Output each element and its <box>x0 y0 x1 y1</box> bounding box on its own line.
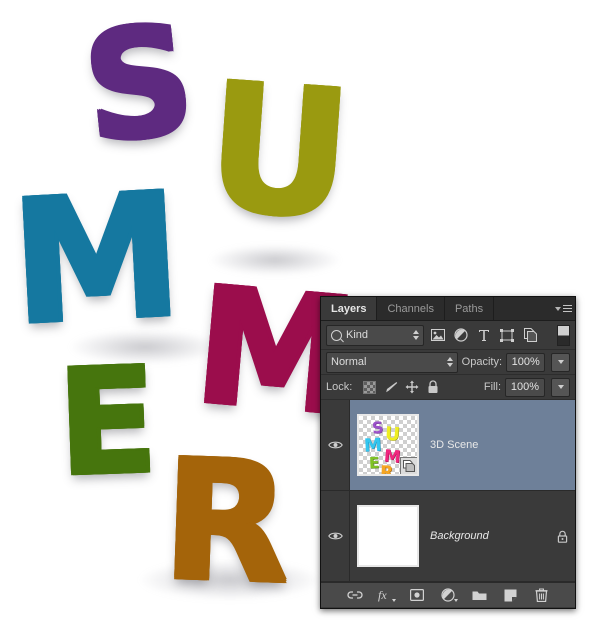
tab-layers[interactable]: Layers <box>321 297 378 320</box>
opacity-stepper[interactable] <box>551 352 570 372</box>
layer-list[interactable]: SUMMER 3D Scene Background <box>321 400 575 582</box>
tab-strip-filler <box>494 297 551 320</box>
artwork-letter-r-5: R <box>159 423 294 621</box>
filter-kind-select[interactable]: Kind <box>326 324 424 346</box>
chevron-down-icon <box>392 599 396 602</box>
layer-visibility-toggle[interactable] <box>321 400 350 490</box>
blend-mode-value: Normal <box>331 356 367 368</box>
filter-kind-label: Kind <box>346 329 369 341</box>
tab-channels-label: Channels <box>387 302 434 315</box>
chevron-updown-icon <box>413 330 419 340</box>
hamburger-icon <box>562 305 572 312</box>
chevron-down-icon <box>554 306 561 311</box>
layer-name[interactable]: 3D Scene <box>426 439 549 451</box>
opacity-label: Opacity: <box>461 356 503 368</box>
new-group-button[interactable] <box>470 586 488 604</box>
lock-image-pixels-icon[interactable] <box>382 379 399 396</box>
artwork-letter-e-4: E <box>55 336 160 509</box>
filter-shape-icon[interactable] <box>498 326 516 344</box>
delete-layer-button[interactable] <box>532 586 550 604</box>
tab-layers-label: Layers <box>331 302 367 315</box>
filter-smart-object-icon[interactable] <box>521 326 539 344</box>
search-icon <box>331 329 342 341</box>
tab-channels[interactable]: Channels <box>377 297 445 320</box>
add-layer-mask-button[interactable] <box>408 586 426 604</box>
fill-label: Fill: <box>483 381 501 393</box>
eye-icon <box>327 440 343 450</box>
filter-type-icon[interactable] <box>475 326 493 344</box>
lock-all-icon[interactable] <box>424 379 441 396</box>
thumbnail-letter-m-2: M <box>363 434 383 457</box>
filter-pixel-icon[interactable] <box>429 326 447 344</box>
fill-stepper[interactable] <box>551 377 570 397</box>
artwork-letter-m-2: M <box>6 156 187 364</box>
eye-icon <box>327 531 343 541</box>
chevron-down-icon <box>454 599 458 602</box>
layers-panel[interactable]: Layers Channels Paths Kind Normal Opacit… <box>320 296 576 609</box>
table-row[interactable]: Background <box>321 491 575 582</box>
fill-input[interactable]: 100% <box>505 377 545 397</box>
svg-text:fx: fx <box>378 588 387 602</box>
3d-scene-badge-icon <box>400 457 417 474</box>
lock-position-icon[interactable] <box>403 379 420 396</box>
thumbnail-letter-e-4: E <box>368 453 380 472</box>
tab-paths[interactable]: Paths <box>444 297 495 320</box>
blend-mode-row: Normal Opacity: 100% <box>321 350 575 375</box>
layer-thumbnail-cell[interactable] <box>350 505 426 567</box>
layer-name[interactable]: Background <box>426 530 549 542</box>
letter-glyph: R <box>159 423 294 621</box>
layer-lock-indicator <box>549 530 575 543</box>
panel-menu-icon[interactable] <box>551 297 575 320</box>
filter-enable-toggle[interactable] <box>557 324 570 346</box>
letter-glyph: S <box>76 0 202 178</box>
table-row[interactable]: SUMMER 3D Scene <box>321 400 575 491</box>
panel-tab-strip: Layers Channels Paths <box>321 297 575 321</box>
artwork-letter-u-1: U <box>201 46 358 259</box>
letter-glyph: U <box>201 46 358 259</box>
lock-row: Lock: Fill: 100% <box>321 375 575 400</box>
layer-filter-row: Kind <box>321 321 575 350</box>
new-adjustment-layer-button[interactable] <box>439 586 458 604</box>
layer-thumbnail-cell[interactable]: SUMMER <box>350 414 426 476</box>
layer-thumbnail[interactable]: SUMMER <box>357 414 419 476</box>
panel-bottom-bar: fx <box>321 582 575 607</box>
lock-icon <box>557 530 567 543</box>
filter-adjustment-icon[interactable] <box>452 326 470 344</box>
chevron-updown-icon <box>446 357 453 367</box>
artwork-letter-s-0: S <box>76 0 202 178</box>
letter-glyph: E <box>55 336 160 509</box>
blend-mode-select[interactable]: Normal <box>326 351 458 373</box>
layer-thumbnail[interactable] <box>357 505 419 567</box>
letter-glyph: M <box>6 156 187 364</box>
layer-style-button[interactable]: fx <box>377 586 396 604</box>
layer-visibility-toggle[interactable] <box>321 491 350 581</box>
opacity-input[interactable]: 100% <box>506 352 546 372</box>
tab-paths-label: Paths <box>454 302 484 315</box>
new-layer-button[interactable] <box>501 586 519 604</box>
lock-label: Lock: <box>326 381 353 393</box>
link-layers-button[interactable] <box>346 586 364 604</box>
lock-transparent-pixels-icon[interactable] <box>361 379 378 396</box>
thumbnail-letter-r-5: R <box>379 462 394 476</box>
thumbnail-letter-u-1: U <box>384 423 401 446</box>
